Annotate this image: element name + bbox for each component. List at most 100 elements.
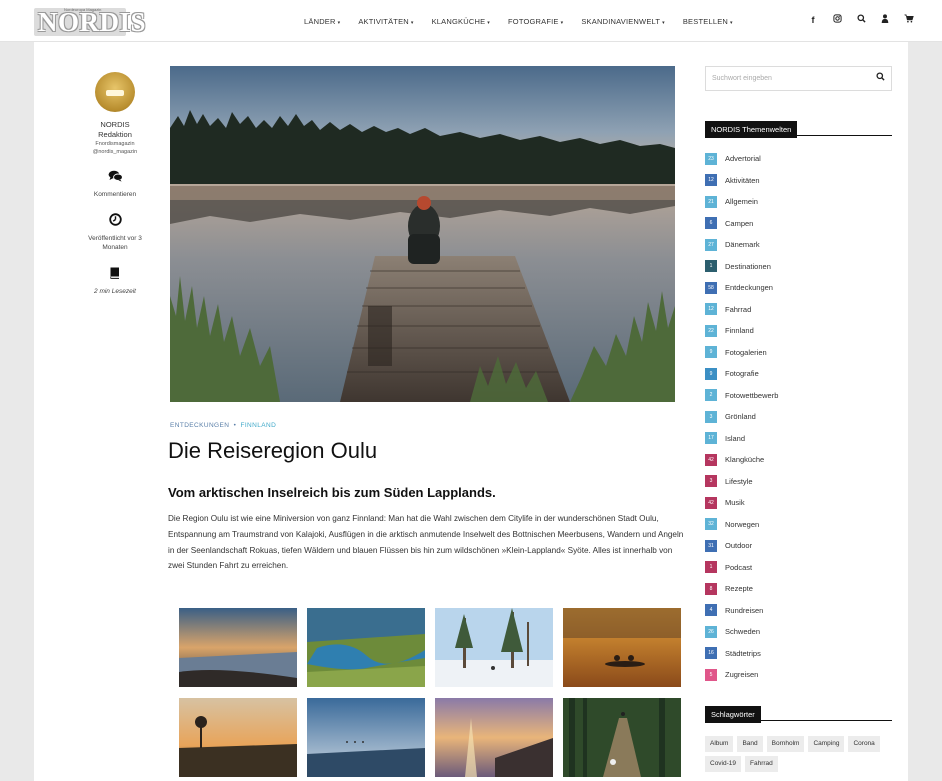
search-icon[interactable] <box>856 13 866 27</box>
category-count-badge: 12 <box>705 174 717 187</box>
category-label: Rezepte <box>725 584 753 594</box>
menu-item-laender[interactable]: LÄNDER ▾ <box>304 17 340 26</box>
article-body: Die Region Oulu ist wie eine Miniversion… <box>168 514 684 571</box>
chevron-down-icon: ▾ <box>662 19 665 26</box>
content-panel: NORDIS Redaktion Fnordismagazin @nordis_… <box>34 42 908 781</box>
category-count-badge: 1 <box>705 260 717 273</box>
category-label: Städtetrips <box>725 648 761 658</box>
author-name[interactable]: NORDIS Redaktion <box>80 120 150 140</box>
gallery-thumb-river-aerial[interactable] <box>307 608 425 687</box>
category-item[interactable]: 12 Fahrrad <box>705 299 892 321</box>
tag-link[interactable]: Camping <box>808 736 845 752</box>
menu-item-skandinavienwelt[interactable]: SKANDINAVIENWELT ▾ <box>581 17 665 26</box>
category-item[interactable]: 58 Entdeckungen <box>705 277 892 299</box>
category-item[interactable]: 12 Aktivitäten <box>705 170 892 192</box>
sidebar-search-input[interactable]: Suchwort eingeben <box>705 66 892 91</box>
category-item[interactable]: 26 Schweden <box>705 621 892 643</box>
category-item[interactable]: 32 Norwegen <box>705 514 892 536</box>
category-label: Norwegen <box>725 519 760 529</box>
category-item[interactable]: 6 Campen <box>705 213 892 235</box>
category-item[interactable]: 1 Podcast <box>705 557 892 579</box>
chevron-down-icon: ▾ <box>410 19 414 26</box>
avatar[interactable] <box>95 72 135 112</box>
category-count-badge: 1 <box>705 561 717 574</box>
category-separator: • <box>233 422 237 429</box>
menu-item-klangkueche[interactable]: KLANGKÜCHE ▾ <box>432 17 490 26</box>
gallery-thumb-forest-path-dog[interactable] <box>563 698 681 777</box>
category-item[interactable]: 42 Musik <box>705 492 892 514</box>
article-title: Die Reiseregion Oulu <box>168 438 378 463</box>
category-item[interactable]: 4 Rundreisen <box>705 600 892 622</box>
gallery-thumb-sea-sunset[interactable] <box>435 698 553 777</box>
menu-item-bestellen[interactable]: BESTELLEN ▾ <box>683 17 733 26</box>
hero-image-lake-dock <box>170 66 675 402</box>
category-label: Fotogalerien <box>725 347 767 357</box>
category-label: Destinationen <box>725 261 771 271</box>
category-count-badge: 2 <box>705 389 717 402</box>
cart-icon[interactable] <box>904 13 914 27</box>
category-item[interactable]: 31 Outdoor <box>705 535 892 557</box>
category-label: Fotowettbewerb <box>725 390 779 400</box>
category-item[interactable]: 23 Advertorial <box>705 148 892 170</box>
tag-link[interactable]: Bornholm <box>766 736 805 752</box>
category-item[interactable]: 8 Rezepte <box>705 578 892 600</box>
category-count-badge: 17 <box>705 432 717 445</box>
logo-text: NORDIS <box>38 7 147 37</box>
category-item[interactable]: 42 Klangküche <box>705 449 892 471</box>
category-item[interactable]: 22 Finnland <box>705 320 892 342</box>
category-link-entdeckungen[interactable]: ENTDECKUNGEN <box>170 422 229 429</box>
menu-item-fotografie[interactable]: FOTOGRAFIE ▾ <box>508 17 563 26</box>
category-item[interactable]: 9 Fotogalerien <box>705 342 892 364</box>
category-count-badge: 42 <box>705 453 717 466</box>
category-item[interactable]: 2 Fotowettbewerb <box>705 385 892 407</box>
gallery-thumb-beach-sunset[interactable] <box>179 608 297 687</box>
tag-link[interactable]: Corona <box>848 736 880 752</box>
category-item[interactable]: 27 Dänemark <box>705 234 892 256</box>
gallery-thumb-winter-forest[interactable] <box>435 608 553 687</box>
category-count-badge: 23 <box>705 152 717 165</box>
category-label: Lifestyle <box>725 476 753 486</box>
instagram-icon[interactable] <box>832 13 842 27</box>
menu-label: LÄNDER <box>304 16 336 26</box>
category-item[interactable]: 21 Allgemein <box>705 191 892 213</box>
tag-link[interactable]: Fahrrad <box>745 756 778 772</box>
main-menu: LÄNDER ▾ AKTIVITÄTEN ▾ KLANGKÜCHE ▾ FOTOGRA… <box>304 13 751 29</box>
nordis-logo[interactable]: Nordeuropa Magazin NORDIS <box>34 7 146 36</box>
published-label: Veröffentlicht vor 3 Monaten <box>88 235 142 251</box>
category-item[interactable]: 1 Destinationen <box>705 256 892 278</box>
category-count-badge: 26 <box>705 625 717 638</box>
category-item[interactable]: 3 Grönland <box>705 406 892 428</box>
menu-item-aktivitaeten[interactable]: AKTIVITÄTEN ▾ <box>358 17 413 26</box>
top-navigation-bar: Nordeuropa Magazin NORDIS LÄNDER ▾ AKTIVI… <box>0 0 942 42</box>
gallery-thumb-canoe-sunrise[interactable] <box>563 608 681 687</box>
tag-link[interactable]: Album <box>705 736 734 752</box>
category-item[interactable]: 9 Fotografie <box>705 363 892 385</box>
chevron-down-icon: ▾ <box>487 19 491 26</box>
clock-icon <box>80 213 150 230</box>
categories-widget-header: NORDIS Themenwelten <box>705 119 892 138</box>
comment-label: Kommentieren <box>93 191 137 198</box>
menu-label: KLANGKÜCHE <box>431 16 486 26</box>
category-label: Fahrrad <box>725 304 752 314</box>
search-placeholder: Suchwort eingeben <box>712 75 772 82</box>
facebook-icon[interactable]: f <box>808 13 818 27</box>
category-label: Allgemein <box>725 197 758 207</box>
menu-label: SKANDINAVIENWELT <box>581 16 661 26</box>
user-icon[interactable] <box>880 13 890 27</box>
category-item[interactable]: 3 Lifestyle <box>705 471 892 493</box>
category-count-badge: 12 <box>705 303 717 316</box>
chevron-down-icon: ▾ <box>560 19 564 26</box>
gallery-thumb-lake-fog[interactable] <box>307 698 425 777</box>
category-link-finnland[interactable]: FINNLAND <box>240 422 276 429</box>
tag-link[interactable]: Covid-19 <box>705 756 742 772</box>
comment-link[interactable]: Kommentieren <box>80 170 150 199</box>
search-icon[interactable] <box>876 72 885 84</box>
category-item[interactable]: 17 Island <box>705 428 892 450</box>
category-count-badge: 6 <box>705 217 717 230</box>
author-name-line: Redaktion <box>98 130 132 139</box>
tag-link[interactable]: Band <box>737 736 763 752</box>
category-item[interactable]: 5 Zugreisen <box>705 664 892 686</box>
category-item[interactable]: 16 Städtetrips <box>705 643 892 665</box>
gallery-thumb-heath-sunset[interactable] <box>179 698 297 777</box>
category-count-badge: 8 <box>705 582 717 595</box>
